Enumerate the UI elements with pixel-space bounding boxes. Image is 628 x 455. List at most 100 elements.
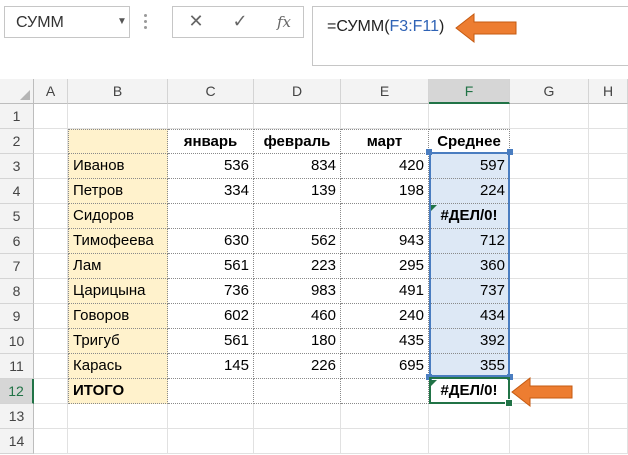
cell-d14[interactable] (254, 429, 341, 454)
cell-f9[interactable]: 434 (429, 304, 510, 329)
cell-e11[interactable]: 695 (341, 354, 429, 379)
cell-a1[interactable] (34, 104, 68, 129)
row-header-5[interactable]: 5 (0, 204, 34, 229)
cell-e12[interactable] (341, 379, 429, 404)
cell-c10[interactable]: 561 (168, 329, 254, 354)
cell-c3[interactable]: 536 (168, 154, 254, 179)
cell-b1[interactable] (68, 104, 168, 129)
cell-g1[interactable] (510, 104, 589, 129)
row-header-14[interactable]: 14 (0, 429, 34, 454)
column-header-c[interactable]: C (168, 79, 254, 104)
drag-handle-icon[interactable] (144, 14, 148, 30)
cell-h8[interactable] (589, 279, 628, 304)
row-header-4[interactable]: 4 (0, 179, 34, 204)
cell-f4[interactable]: 224 (429, 179, 510, 204)
cell-f1[interactable] (429, 104, 510, 129)
cell-b5[interactable]: Сидоров (68, 204, 168, 229)
cell-e5[interactable] (341, 204, 429, 229)
cell-e6[interactable]: 943 (341, 229, 429, 254)
cell-b13[interactable] (68, 404, 168, 429)
cell-c2[interactable]: январь (168, 129, 254, 154)
fx-icon[interactable]: fx (269, 13, 299, 35)
cell-h6[interactable] (589, 229, 628, 254)
cell-e14[interactable] (341, 429, 429, 454)
cell-b7[interactable]: Лам (68, 254, 168, 279)
cell-b12[interactable]: ИТОГО (68, 379, 168, 404)
cell-g7[interactable] (510, 254, 589, 279)
cell-e13[interactable] (341, 404, 429, 429)
cell-f6[interactable]: 712 (429, 229, 510, 254)
column-header-b[interactable]: B (68, 79, 168, 104)
column-header-h[interactable]: H (589, 79, 628, 104)
row-header-9[interactable]: 9 (0, 304, 34, 329)
cell-h7[interactable] (589, 254, 628, 279)
cell-f14[interactable] (429, 429, 510, 454)
cell-f10[interactable]: 392 (429, 329, 510, 354)
cell-b6[interactable]: Тимофеева (68, 229, 168, 254)
column-header-e[interactable]: E (341, 79, 429, 104)
cell-c12[interactable] (168, 379, 254, 404)
cell-d4[interactable]: 139 (254, 179, 341, 204)
cell-h13[interactable] (589, 404, 628, 429)
column-header-a[interactable]: A (34, 79, 68, 104)
cell-a13[interactable] (34, 404, 68, 429)
cell-b11[interactable]: Карась (68, 354, 168, 379)
cell-e3[interactable]: 420 (341, 154, 429, 179)
cell-g2[interactable] (510, 129, 589, 154)
cell-b14[interactable] (68, 429, 168, 454)
close-icon[interactable]: ✕ (181, 11, 211, 33)
range-resize-handle[interactable] (426, 149, 432, 155)
cell-a3[interactable] (34, 154, 68, 179)
cell-d9[interactable]: 460 (254, 304, 341, 329)
cell-f5[interactable]: #ДЕЛ/0! (429, 204, 510, 229)
cell-c1[interactable] (168, 104, 254, 129)
cell-d11[interactable]: 226 (254, 354, 341, 379)
cell-h4[interactable] (589, 179, 628, 204)
cell-a14[interactable] (34, 429, 68, 454)
cell-e1[interactable] (341, 104, 429, 129)
cell-c9[interactable]: 602 (168, 304, 254, 329)
check-icon[interactable]: ✓ (225, 11, 255, 33)
error-indicator-icon[interactable] (431, 205, 437, 211)
row-header-6[interactable]: 6 (0, 229, 34, 254)
cell-g5[interactable] (510, 204, 589, 229)
cell-f13[interactable] (429, 404, 510, 429)
cell-f7[interactable]: 360 (429, 254, 510, 279)
cell-d12[interactable] (254, 379, 341, 404)
row-header-1[interactable]: 1 (0, 104, 34, 129)
cell-d10[interactable]: 180 (254, 329, 341, 354)
cell-h14[interactable] (589, 429, 628, 454)
cell-a12[interactable] (34, 379, 68, 404)
name-box[interactable]: СУММ ▼ (4, 6, 130, 38)
cell-d13[interactable] (254, 404, 341, 429)
cell-f8[interactable]: 737 (429, 279, 510, 304)
cell-c5[interactable] (168, 204, 254, 229)
cell-e10[interactable]: 435 (341, 329, 429, 354)
cell-g14[interactable] (510, 429, 589, 454)
cell-h5[interactable] (589, 204, 628, 229)
cell-h11[interactable] (589, 354, 628, 379)
cell-d3[interactable]: 834 (254, 154, 341, 179)
cell-c4[interactable]: 334 (168, 179, 254, 204)
row-header-10[interactable]: 10 (0, 329, 34, 354)
cell-f11[interactable]: 355 (429, 354, 510, 379)
cell-e8[interactable]: 491 (341, 279, 429, 304)
chevron-down-icon[interactable]: ▼ (117, 16, 127, 27)
cell-d8[interactable]: 983 (254, 279, 341, 304)
cell-a5[interactable] (34, 204, 68, 229)
cell-c14[interactable] (168, 429, 254, 454)
cell-d6[interactable]: 562 (254, 229, 341, 254)
cell-c11[interactable]: 145 (168, 354, 254, 379)
cell-g4[interactable] (510, 179, 589, 204)
cell-h1[interactable] (589, 104, 628, 129)
cell-g8[interactable] (510, 279, 589, 304)
error-indicator-icon[interactable] (431, 380, 437, 386)
cell-e9[interactable]: 240 (341, 304, 429, 329)
cell-e7[interactable]: 295 (341, 254, 429, 279)
cell-h3[interactable] (589, 154, 628, 179)
cell-b3[interactable]: Иванов (68, 154, 168, 179)
row-header-7[interactable]: 7 (0, 254, 34, 279)
row-header-11[interactable]: 11 (0, 354, 34, 379)
row-header-3[interactable]: 3 (0, 154, 34, 179)
cell-e2[interactable]: март (341, 129, 429, 154)
